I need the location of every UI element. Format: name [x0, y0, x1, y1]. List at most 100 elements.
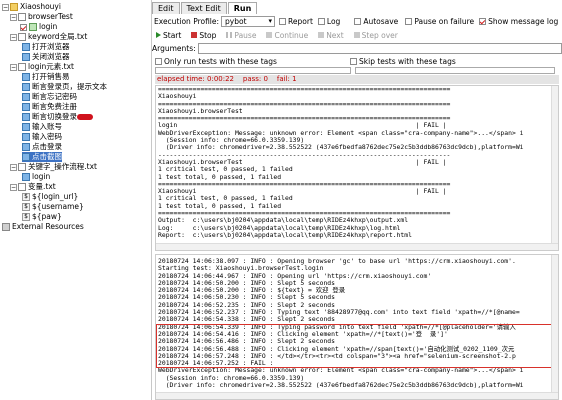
keyword-icon: [22, 43, 30, 51]
tab-text-edit[interactable]: Text Edit: [180, 2, 227, 14]
project-tree[interactable]: − Xiaoshouyi − browserTest login − keyword全…: [0, 0, 152, 400]
message-log-vertical-scrollbar[interactable]: [551, 255, 558, 399]
arguments-input[interactable]: [197, 42, 562, 54]
file-icon: [18, 63, 26, 71]
only-run-tags-checkbox[interactable]: [155, 57, 162, 65]
keyword-icon: [22, 113, 30, 121]
file-icon: [18, 33, 26, 41]
autosave-checkbox[interactable]: [354, 18, 362, 25]
resources-icon: [2, 223, 10, 231]
pass-count: pass: 0: [242, 75, 268, 83]
elapsed-time: elapsed time: 0:00:22: [157, 75, 234, 83]
report-checkbox[interactable]: [279, 18, 287, 25]
testcase-icon: [29, 23, 37, 31]
continue-icon: [266, 32, 273, 38]
tree-node-keyword[interactable]: 点击登录: [22, 142, 62, 152]
play-icon: [156, 32, 161, 38]
tree-node-keyword[interactable]: 断言登录页，提示文本: [22, 82, 107, 92]
tree-node-variable[interactable]: $ ${username}: [22, 202, 84, 212]
pause-on-failure-checkbox[interactable]: [405, 18, 413, 25]
keyword-icon: [22, 123, 30, 131]
report-label: Report: [288, 17, 313, 26]
stop-button[interactable]: Stop: [191, 31, 216, 40]
variable-icon: $: [22, 193, 30, 201]
execution-options-row: Execution Profile: pybot Report Log Auto…: [152, 15, 562, 28]
variable-icon: $: [22, 213, 30, 221]
tree-node-keyword[interactable]: 打开销售易: [22, 72, 70, 82]
skip-tags-checkbox[interactable]: [350, 57, 357, 65]
run-panel: Edit Text Edit Run Execution Profile: py…: [152, 0, 562, 400]
continue-button[interactable]: Continue: [266, 31, 308, 40]
arguments-row: Arguments:: [152, 42, 562, 54]
message-log[interactable]: 20180724 14:06:38.097 : INFO : Opening b…: [155, 254, 559, 400]
redaction-mark: [77, 114, 93, 120]
only-run-tags-label: Only run tests with these tags: [164, 56, 277, 66]
tree-node-variable[interactable]: $ ${paw}: [22, 212, 62, 222]
keyword-icon: [22, 83, 30, 91]
tree-node-keyword[interactable]: 打开浏览器: [22, 42, 70, 52]
run-toolbar: Start Stop Pause Continue Next Step over: [152, 29, 562, 41]
tree-node-keyword[interactable]: login: [22, 172, 50, 182]
file-icon: [18, 163, 26, 171]
pause-on-failure-label: Pause on failure: [414, 17, 475, 26]
file-icon: [18, 13, 26, 21]
show-message-log-label: Show message log: [488, 17, 559, 26]
collapse-icon[interactable]: −: [10, 183, 17, 191]
tree-node-keyword[interactable]: 断言忘记密码: [22, 92, 77, 102]
tree-node-keyword-file[interactable]: − keyword全局.txt: [10, 32, 87, 42]
collapse-icon[interactable]: −: [10, 163, 17, 171]
tree-node-keyword[interactable]: 断言免费注册: [22, 102, 77, 112]
console-output[interactable]: ========================================…: [155, 85, 559, 251]
tab-run[interactable]: Run: [227, 2, 258, 14]
tree-node-browsertest[interactable]: − browserTest: [10, 12, 73, 22]
autosave-label: Autosave: [363, 17, 399, 26]
tree-node-keyword[interactable]: 输入账号: [22, 122, 62, 132]
folder-icon: [10, 3, 18, 11]
run-status-bar: elapsed time: 0:00:22 pass: 0 fail: 1: [155, 75, 559, 84]
collapse-icon[interactable]: −: [10, 13, 17, 21]
tree-node-variable[interactable]: $ ${login_url}: [22, 192, 78, 202]
keyword-icon: [22, 173, 30, 181]
variable-icon: $: [22, 203, 30, 211]
tree-node-login-elements-file[interactable]: − login元素.txt: [10, 62, 74, 72]
log-label: Log: [326, 17, 341, 26]
next-button[interactable]: Next: [318, 31, 344, 40]
collapse-icon[interactable]: −: [2, 3, 9, 11]
console-horizontal-scrollbar[interactable]: [156, 243, 558, 250]
tree-node-xiaoshouyi[interactable]: − Xiaoshouyi: [2, 2, 61, 12]
execution-profile-label: Execution Profile:: [154, 17, 220, 26]
keyword-icon: [22, 133, 30, 141]
tree-node-keyword[interactable]: 断言切换登录: [22, 112, 93, 122]
next-icon: [318, 32, 325, 38]
keyword-icon: [22, 93, 30, 101]
message-log-horizontal-scrollbar[interactable]: [156, 392, 558, 399]
tree-node-external-resources[interactable]: External Resources: [2, 222, 84, 232]
pause-icon: [226, 32, 233, 38]
tree-node-login-test[interactable]: login: [20, 22, 57, 32]
tree-node-keyword-selected[interactable]: 点击截图: [22, 152, 62, 162]
tree-node-variables-file[interactable]: − 变量.txt: [10, 182, 56, 192]
execution-profile-select[interactable]: pybot: [221, 16, 276, 27]
collapse-icon[interactable]: −: [10, 63, 17, 71]
step-over-icon: [353, 32, 360, 38]
tree-node-flow-file[interactable]: − 关键字_操作流程.txt: [10, 162, 97, 172]
pause-button[interactable]: Pause: [226, 31, 256, 40]
stop-icon: [191, 32, 198, 38]
skip-tags-input[interactable]: [355, 66, 555, 74]
step-over-button[interactable]: Step over: [353, 31, 398, 40]
failure-highlight-box: [156, 324, 558, 368]
only-run-tags-input[interactable]: [155, 66, 351, 74]
tree-node-keyword[interactable]: 关闭浏览器: [22, 52, 70, 62]
keyword-icon: [22, 73, 30, 81]
test-checkbox[interactable]: [20, 23, 27, 31]
keyword-icon: [22, 153, 30, 161]
editor-tabs: Edit Text Edit Run: [152, 2, 258, 14]
console-vertical-scrollbar[interactable]: [551, 86, 558, 250]
skip-tags-label: Skip tests with these tags: [359, 56, 456, 66]
log-checkbox[interactable]: [317, 18, 325, 25]
start-button[interactable]: Start: [156, 31, 181, 40]
tab-edit[interactable]: Edit: [152, 2, 180, 14]
collapse-icon[interactable]: −: [10, 33, 17, 41]
tree-node-keyword[interactable]: 输入密码: [22, 132, 62, 142]
show-message-log-checkbox[interactable]: [479, 18, 487, 25]
